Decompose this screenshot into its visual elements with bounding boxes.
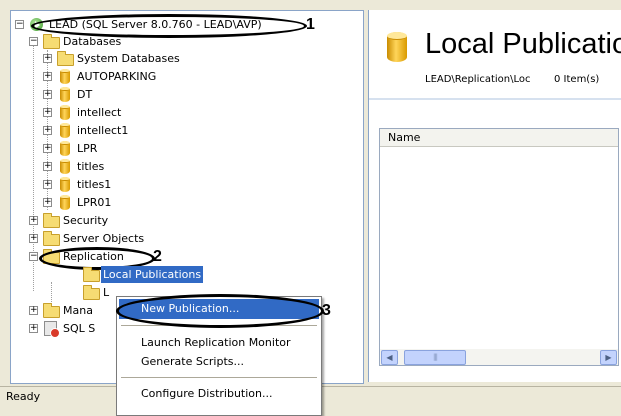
expand-icon[interactable]: + bbox=[43, 198, 52, 207]
horizontal-scrollbar[interactable]: ◀ ||| ▶ bbox=[380, 349, 618, 365]
folder-icon bbox=[43, 303, 60, 318]
expand-icon[interactable]: + bbox=[43, 144, 52, 153]
scroll-left-button[interactable]: ◀ bbox=[381, 350, 398, 365]
expand-icon[interactable]: + bbox=[29, 324, 38, 333]
expand-icon[interactable]: + bbox=[29, 234, 38, 243]
items-list[interactable]: Name ◀ ||| ▶ bbox=[379, 128, 619, 366]
expand-icon[interactable]: + bbox=[43, 54, 52, 63]
database-icon bbox=[57, 177, 73, 192]
database-icon bbox=[57, 123, 73, 138]
database-icon bbox=[57, 195, 73, 210]
folder-icon bbox=[43, 34, 60, 49]
folder-icon bbox=[43, 231, 60, 246]
expand-icon[interactable]: + bbox=[43, 72, 52, 81]
tree-node-label: SQL S bbox=[63, 322, 96, 335]
collapse-icon[interactable]: − bbox=[29, 37, 38, 46]
expand-icon[interactable]: + bbox=[43, 180, 52, 189]
database-icon bbox=[57, 141, 73, 156]
menu-separator bbox=[121, 377, 317, 378]
tree-node-label: titles bbox=[77, 160, 105, 173]
folder-icon bbox=[83, 285, 100, 300]
tree-node-label: LPR bbox=[77, 142, 98, 155]
database-icon bbox=[57, 69, 73, 84]
menu-item-configure-distribution[interactable]: Configure Distribution... bbox=[119, 384, 319, 404]
tree-node-label: intellect bbox=[77, 106, 122, 119]
tree-node-label: Security bbox=[63, 214, 109, 227]
tree-node-label: titles1 bbox=[77, 178, 112, 191]
expand-icon[interactable]: + bbox=[29, 216, 38, 225]
menu-item-launch-replication-monitor[interactable]: Launch Replication Monitor bbox=[119, 333, 319, 353]
menu-item-generate-scripts[interactable]: Generate Scripts... bbox=[119, 352, 319, 372]
divider bbox=[369, 98, 621, 100]
details-panel: Local Publicatio LEAD\Replication\Loc 0 … bbox=[368, 10, 621, 382]
sql-agent-icon bbox=[43, 321, 60, 338]
tree-node-label: Databases bbox=[63, 35, 122, 48]
expand-icon[interactable]: + bbox=[43, 162, 52, 171]
item-count: 0 Item(s) bbox=[554, 74, 600, 85]
annotation-oval bbox=[116, 294, 324, 328]
database-icon bbox=[57, 105, 73, 120]
annotation-number: 2 bbox=[153, 248, 162, 265]
tree-node-label: System Databases bbox=[77, 52, 180, 65]
tree-node-label: DT bbox=[77, 88, 93, 101]
tree-node-label: Server Objects bbox=[63, 232, 145, 245]
tree-node-label: L bbox=[103, 286, 110, 299]
scroll-right-button[interactable]: ▶ bbox=[600, 350, 617, 365]
database-icon bbox=[57, 159, 73, 174]
folder-icon bbox=[83, 267, 100, 282]
expand-icon[interactable]: + bbox=[29, 306, 38, 315]
folder-icon bbox=[43, 213, 60, 228]
database-icon bbox=[387, 32, 409, 64]
annotation-number: 3 bbox=[322, 302, 331, 319]
tree-node-label: LPR01 bbox=[77, 196, 112, 209]
column-header-name[interactable]: Name bbox=[380, 129, 618, 147]
database-icon bbox=[57, 87, 73, 102]
tree-node-label: intellect1 bbox=[77, 124, 129, 137]
tree-node-label: Local Publications bbox=[101, 266, 204, 283]
collapse-icon[interactable]: − bbox=[29, 252, 38, 261]
collapse-icon[interactable]: − bbox=[15, 20, 24, 29]
page-title: Local Publicatio bbox=[425, 28, 621, 60]
folder-icon bbox=[57, 51, 74, 66]
annotation-number: 1 bbox=[306, 16, 315, 33]
tree-node-label: AUTOPARKING bbox=[77, 70, 157, 83]
breadcrumb: LEAD\Replication\Loc bbox=[425, 74, 531, 85]
tree-node-label: Mana bbox=[63, 304, 93, 317]
expand-icon[interactable]: + bbox=[43, 126, 52, 135]
status-text: Ready bbox=[6, 390, 41, 403]
expand-icon[interactable]: + bbox=[43, 108, 52, 117]
expand-icon[interactable]: + bbox=[43, 90, 52, 99]
scroll-thumb[interactable]: ||| bbox=[404, 350, 466, 365]
